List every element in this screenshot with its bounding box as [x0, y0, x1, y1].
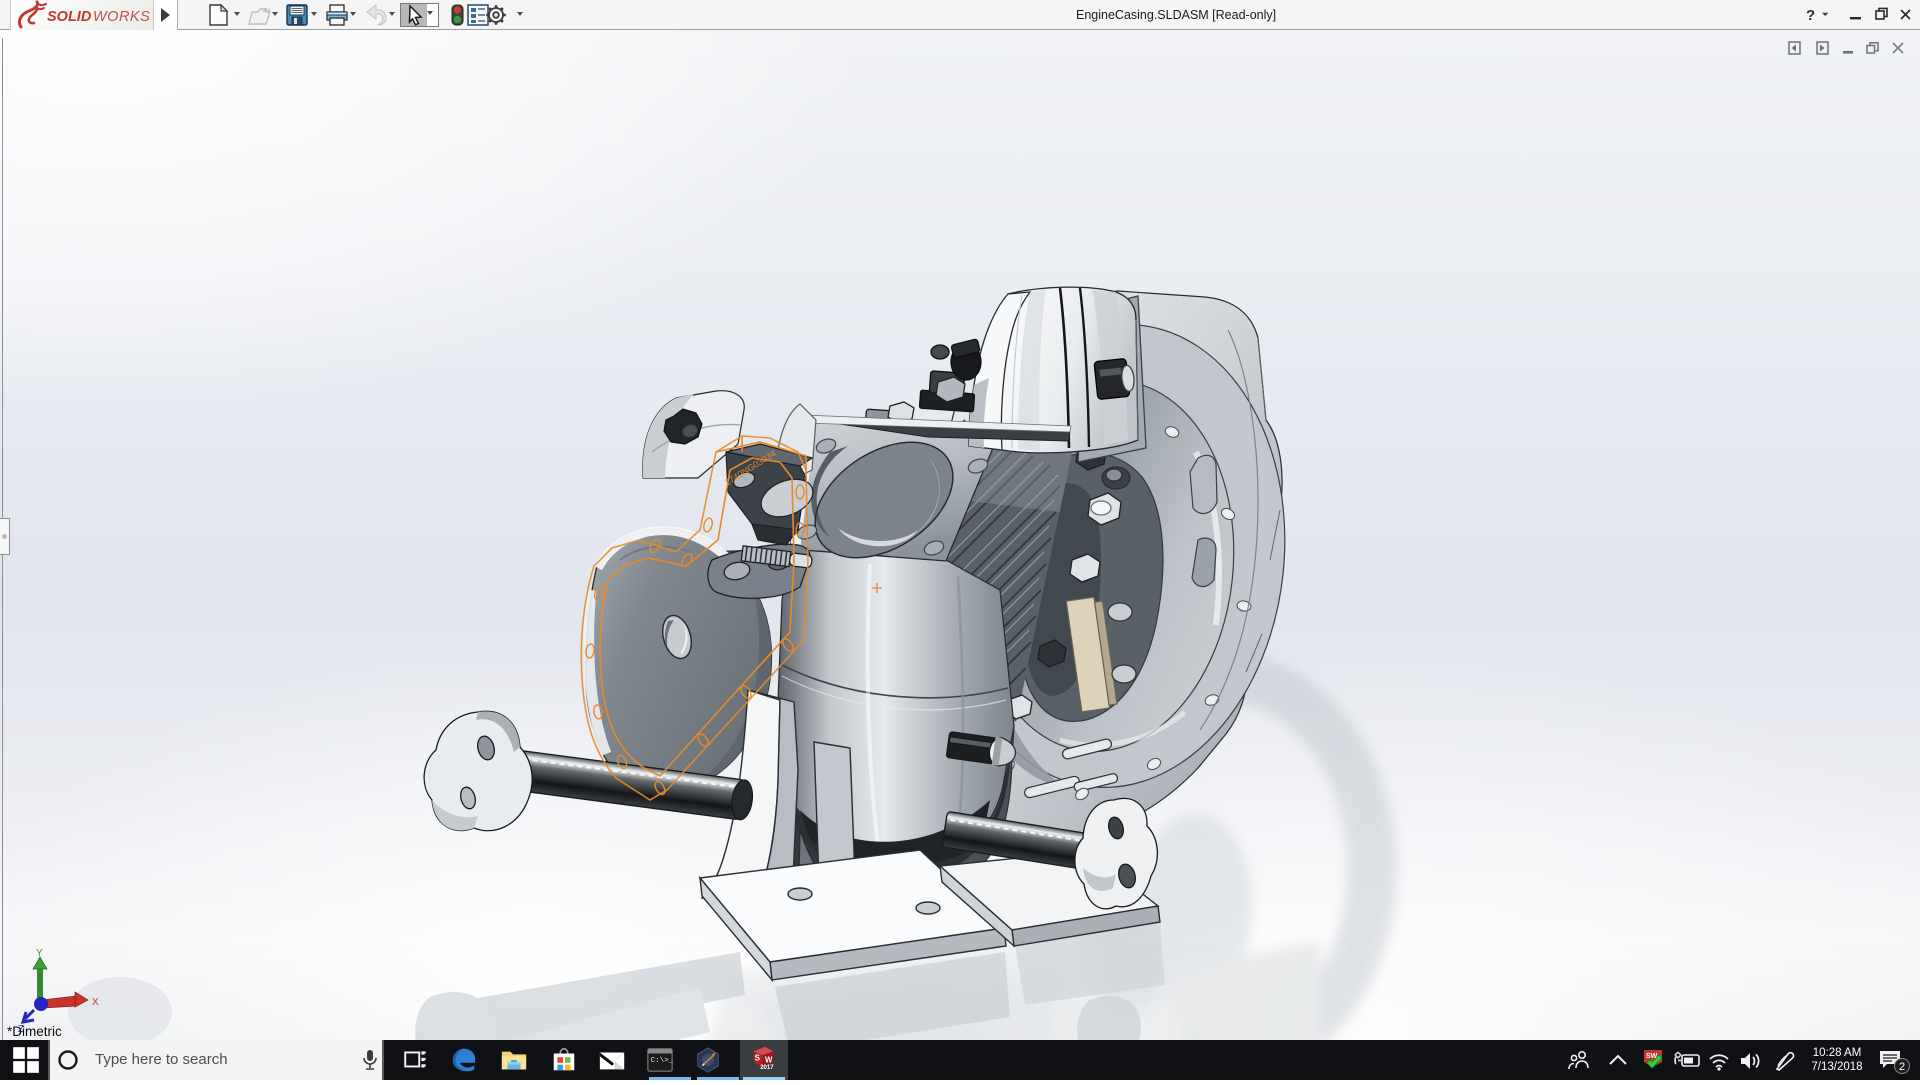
svg-text:C:\>_: C:\>_ — [651, 1057, 674, 1065]
svg-text:W: W — [765, 1056, 773, 1065]
svg-text:S: S — [755, 1054, 760, 1063]
svg-text:2017: 2017 — [760, 1065, 774, 1071]
svg-text:X: X — [92, 997, 99, 1008]
svg-text:2: 2 — [1899, 1061, 1905, 1073]
